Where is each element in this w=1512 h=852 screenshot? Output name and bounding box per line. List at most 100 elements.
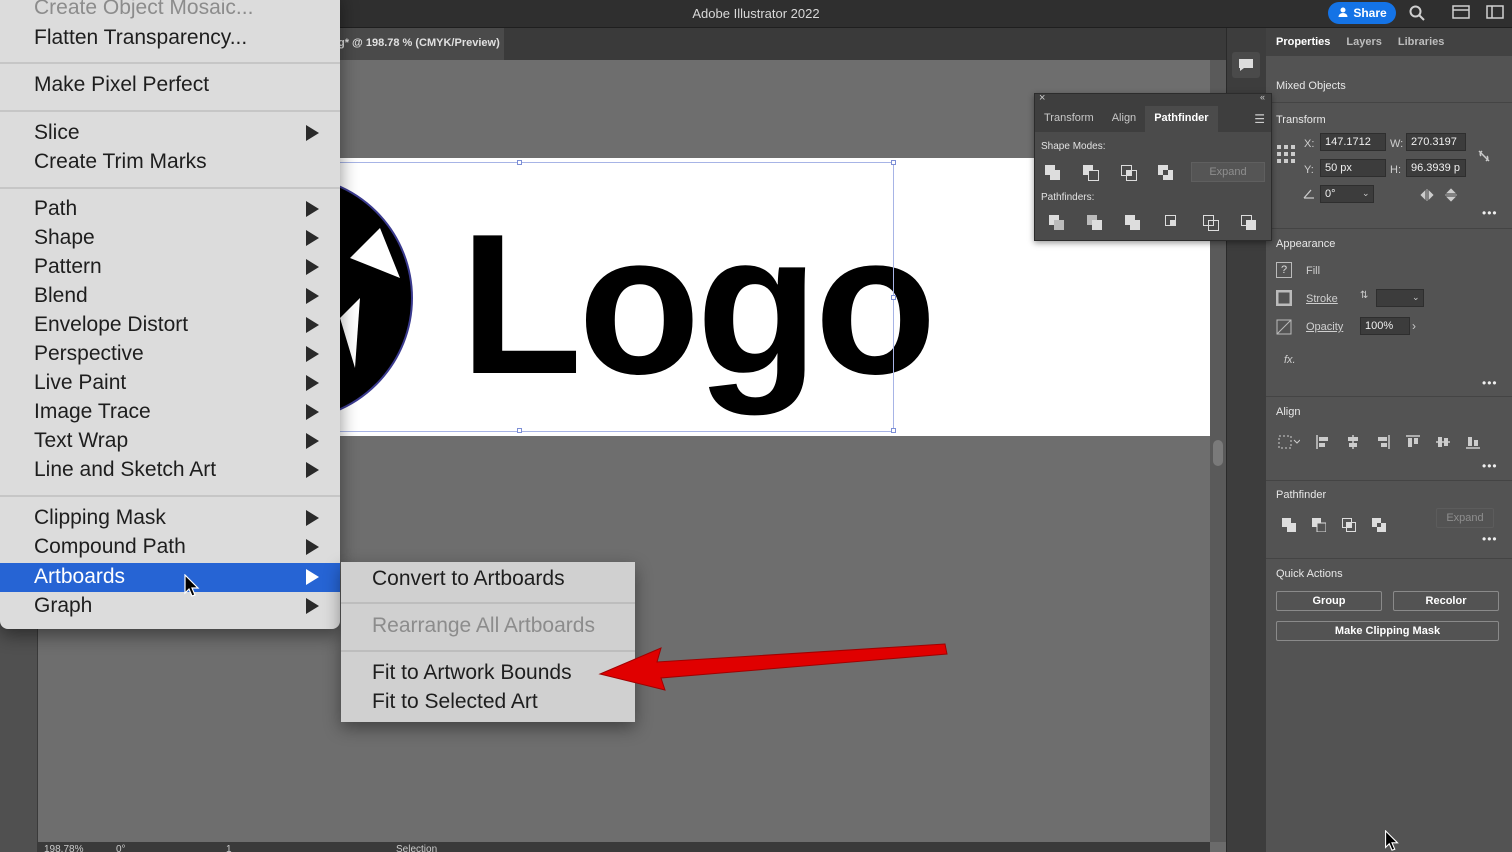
resize-handle[interactable]: [891, 428, 896, 433]
intersect-icon[interactable]: [1342, 518, 1356, 532]
align-bottom-icon[interactable]: [1466, 435, 1480, 449]
menu-item-pattern[interactable]: Pattern: [0, 253, 340, 282]
constrain-proportions-icon[interactable]: [1476, 148, 1492, 164]
opacity-field[interactable]: 100%: [1360, 317, 1410, 335]
fx-label[interactable]: fx.: [1284, 354, 1296, 366]
tab-transform[interactable]: Transform: [1035, 106, 1103, 132]
more-options-icon[interactable]: •••: [1482, 206, 1498, 220]
document-tab[interactable]: g* @ 198.78 % (CMYK/Preview): [330, 28, 504, 60]
more-options-icon[interactable]: •••: [1482, 459, 1498, 473]
tab-properties[interactable]: Properties: [1276, 36, 1330, 48]
outline-icon[interactable]: [1203, 215, 1219, 231]
close-icon[interactable]: ×: [1039, 92, 1045, 104]
menu-item-image-trace[interactable]: Image Trace: [0, 398, 340, 427]
minus-back-icon[interactable]: [1241, 215, 1257, 231]
menu-item-line-and-sketch-art[interactable]: Line and Sketch Art: [0, 456, 340, 485]
opacity-label[interactable]: Opacity: [1306, 321, 1343, 333]
tab-align[interactable]: Align: [1103, 106, 1145, 132]
align-vertical-center-icon[interactable]: [1436, 435, 1450, 449]
intersect-icon[interactable]: [1121, 165, 1137, 181]
collapse-icon[interactable]: «: [1260, 92, 1265, 102]
submenu-arrow-icon: [306, 288, 319, 304]
fill-swatch-icon[interactable]: ?: [1276, 262, 1292, 278]
chevron-down-icon[interactable]: ⌄: [1412, 292, 1426, 306]
tab-libraries[interactable]: Libraries: [1398, 36, 1444, 48]
menu-item-clipping-mask[interactable]: Clipping Mask: [0, 504, 340, 533]
menu-item-shape[interactable]: Shape: [0, 224, 340, 253]
align-left-icon[interactable]: [1316, 435, 1330, 449]
trim-icon[interactable]: [1087, 215, 1103, 231]
stroke-swatch-icon[interactable]: [1275, 289, 1293, 307]
scrollbar-thumb[interactable]: [1213, 440, 1223, 466]
resize-handle[interactable]: [517, 428, 522, 433]
more-options-icon[interactable]: •••: [1482, 376, 1498, 390]
resize-handle[interactable]: [891, 160, 896, 165]
menu-item-flatten-transparency[interactable]: Flatten Transparency...: [0, 24, 340, 53]
menu-item-compound-path[interactable]: Compound Path: [0, 533, 340, 562]
menu-item-make-pixel-perfect[interactable]: Make Pixel Perfect: [0, 71, 340, 100]
workspace-layout-icon[interactable]: [1452, 4, 1472, 22]
menu-item-create-trim-marks[interactable]: Create Trim Marks: [0, 148, 340, 177]
minus-front-icon[interactable]: [1083, 165, 1099, 181]
menu-item-envelope-distort[interactable]: Envelope Distort: [0, 311, 340, 340]
current-tool[interactable]: Selection: [396, 844, 437, 852]
panel-menu-icon[interactable]: ☰: [1254, 112, 1265, 126]
align-to-selection-icon[interactable]: [1278, 435, 1301, 449]
menu-item-path[interactable]: Path: [0, 195, 340, 224]
tab-layers[interactable]: Layers: [1346, 36, 1381, 48]
exclude-icon[interactable]: [1158, 165, 1174, 181]
merge-icon[interactable]: [1125, 215, 1141, 231]
tab-pathfinder[interactable]: Pathfinder: [1145, 106, 1218, 132]
crop-icon[interactable]: [1165, 215, 1181, 231]
flip-vertical-icon[interactable]: [1444, 188, 1458, 202]
reference-point-icon[interactable]: [1276, 144, 1296, 164]
unite-icon[interactable]: [1282, 518, 1296, 532]
expand-button[interactable]: Expand: [1436, 508, 1494, 528]
menu-item-graph[interactable]: Graph: [0, 592, 340, 621]
y-field[interactable]: 50 px: [1320, 159, 1386, 177]
stroke-stepper-icon[interactable]: ⇅: [1360, 290, 1374, 304]
panel-toggle-icon[interactable]: [1486, 4, 1506, 22]
h-field[interactable]: 96.3939 p: [1406, 159, 1466, 177]
menu-item-live-paint[interactable]: Live Paint: [0, 369, 340, 398]
chevron-down-icon[interactable]: ⌄: [1362, 188, 1376, 202]
menu-item-fit-to-selected-art[interactable]: Fit to Selected Art: [341, 688, 635, 717]
menu-item-blend[interactable]: Blend: [0, 282, 340, 311]
menu-item-fit-to-artwork-bounds[interactable]: Fit to Artwork Bounds: [341, 659, 635, 688]
exclude-icon[interactable]: [1372, 518, 1386, 532]
unite-icon[interactable]: [1045, 165, 1061, 181]
share-button[interactable]: Share: [1328, 2, 1396, 24]
menu-item-text-wrap[interactable]: Text Wrap: [0, 427, 340, 456]
divide-icon[interactable]: [1049, 215, 1065, 231]
zoom-level[interactable]: 198.78%: [44, 844, 83, 852]
comments-icon[interactable]: [1232, 52, 1260, 78]
resize-handle[interactable]: [517, 160, 522, 165]
menu-item-label: Image Trace: [34, 400, 151, 423]
flip-horizontal-icon[interactable]: [1420, 188, 1434, 202]
menu-item-convert-to-artboards[interactable]: Convert to Artboards: [341, 565, 635, 594]
group-button[interactable]: Group: [1276, 591, 1382, 611]
resize-handle[interactable]: [891, 295, 896, 300]
w-field[interactable]: 270.3197: [1406, 133, 1466, 151]
make-clipping-mask-button[interactable]: Make Clipping Mask: [1276, 621, 1499, 641]
panel-header[interactable]: × «: [1035, 92, 1271, 106]
chevron-right-icon[interactable]: ›: [1412, 319, 1426, 333]
minus-front-icon[interactable]: [1312, 518, 1327, 533]
menu-item-rearrange-all-artboards[interactable]: Rearrange All Artboards: [341, 612, 635, 641]
menu-item-artboards[interactable]: Artboards: [0, 563, 340, 592]
align-top-icon[interactable]: [1406, 435, 1420, 449]
menu-item-perspective[interactable]: Perspective: [0, 340, 340, 369]
recolor-button[interactable]: Recolor: [1393, 591, 1499, 611]
align-right-icon[interactable]: [1376, 435, 1390, 449]
selection-bounding-box[interactable]: [334, 160, 896, 433]
stroke-label[interactable]: Stroke: [1306, 293, 1338, 305]
menu-item-slice[interactable]: Slice: [0, 119, 340, 148]
expand-button[interactable]: Expand: [1191, 162, 1265, 182]
x-field[interactable]: 147.1712: [1320, 133, 1386, 151]
align-horizontal-center-icon[interactable]: [1346, 435, 1360, 449]
rotation-value[interactable]: 0°: [116, 844, 126, 852]
artboard-number[interactable]: 1: [226, 844, 232, 852]
more-options-icon[interactable]: •••: [1482, 532, 1498, 546]
search-icon[interactable]: [1408, 4, 1428, 22]
menu-item-create-object-mosaic[interactable]: Create Object Mosaic...: [0, 0, 340, 23]
